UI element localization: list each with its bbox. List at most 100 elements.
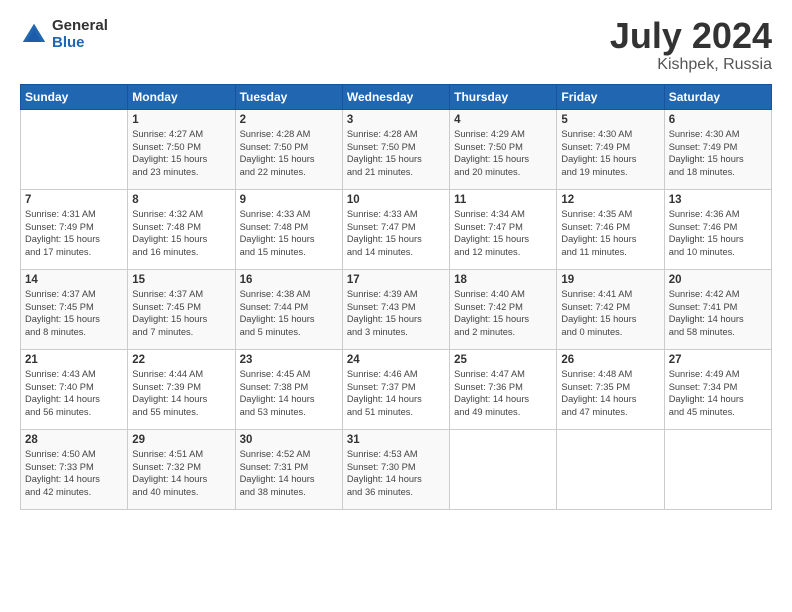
day-number: 31: [347, 434, 445, 446]
title-month: July 2024: [610, 18, 772, 54]
day-cell: 17 Sunrise: 4:39 AM Sunset: 7:43 PM Dayli…: [342, 270, 449, 350]
day-number: 19: [561, 274, 659, 286]
day-cell: 9 Sunrise: 4:33 AM Sunset: 7:48 PM Daylig…: [235, 190, 342, 270]
day-info: Sunrise: 4:35 AM Sunset: 7:46 PM Dayligh…: [561, 208, 659, 258]
day-info: Sunrise: 4:32 AM Sunset: 7:48 PM Dayligh…: [132, 208, 230, 258]
day-number: 25: [454, 354, 552, 366]
day-cell: 13Sunrise: 4:36 AM Sunset: 7:46 PM Dayli…: [664, 190, 771, 270]
day-number: 12: [561, 194, 659, 206]
day-cell: 15Sunrise: 4:37 AM Sunset: 7:45 PM Dayli…: [128, 270, 235, 350]
day-number: 15: [132, 274, 230, 286]
day-number: 11: [454, 194, 552, 206]
header-row: SundayMondayTuesdayWednesdayThursdayFrid…: [21, 85, 772, 110]
day-info: Sunrise: 4:39 AM Sunset: 7:43 PM Dayligh…: [347, 288, 445, 338]
day-info: Sunrise: 4:47 AM Sunset: 7:36 PM Dayligh…: [454, 368, 552, 418]
day-number: 17: [347, 274, 445, 286]
day-info: Sunrise: 4:30 AM Sunset: 7:49 PM Dayligh…: [669, 128, 767, 178]
day-number: 6: [669, 114, 767, 126]
header-cell-tuesday: Tuesday: [235, 85, 342, 110]
day-number: 21: [25, 354, 123, 366]
day-number: 30: [240, 434, 338, 446]
day-cell: 22 Sunrise: 4:44 AM Sunset: 7:39 PM Dayli…: [128, 350, 235, 430]
day-number: 4: [454, 114, 552, 126]
day-cell: 28Sunrise: 4:50 AM Sunset: 7:33 PM Dayli…: [21, 430, 128, 510]
day-cell: 10 Sunrise: 4:33 AM Sunset: 7:47 PM Dayli…: [342, 190, 449, 270]
day-info: Sunrise: 4:52 AM Sunset: 7:31 PM Dayligh…: [240, 448, 338, 498]
week-row-3: 14 Sunrise: 4:37 AM Sunset: 7:45 PM Dayli…: [21, 270, 772, 350]
day-info: Sunrise: 4:27 AM Sunset: 7:50 PM Dayligh…: [132, 128, 230, 178]
day-number: 13: [669, 194, 767, 206]
day-info: Sunrise: 4:53 AM Sunset: 7:30 PM Dayligh…: [347, 448, 445, 498]
day-cell: 18 Sunrise: 4:40 AM Sunset: 7:42 PM Dayli…: [450, 270, 557, 350]
day-cell: 25 Sunrise: 4:47 AM Sunset: 7:36 PM Dayli…: [450, 350, 557, 430]
day-number: 22: [132, 354, 230, 366]
day-number: 20: [669, 274, 767, 286]
day-number: 2: [240, 114, 338, 126]
day-info: Sunrise: 4:28 AM Sunset: 7:50 PM Dayligh…: [240, 128, 338, 178]
day-cell: 5 Sunrise: 4:30 AM Sunset: 7:49 PM Daylig…: [557, 110, 664, 190]
page: General Blue July 2024 Kishpek, Russia S…: [0, 0, 792, 612]
week-row-1: 1 Sunrise: 4:27 AM Sunset: 7:50 PM Daylig…: [21, 110, 772, 190]
day-cell: 30 Sunrise: 4:52 AM Sunset: 7:31 PM Dayli…: [235, 430, 342, 510]
day-cell: [664, 430, 771, 510]
week-row-2: 7Sunrise: 4:31 AM Sunset: 7:49 PM Daylig…: [21, 190, 772, 270]
day-info: Sunrise: 4:30 AM Sunset: 7:49 PM Dayligh…: [561, 128, 659, 178]
day-info: Sunrise: 4:44 AM Sunset: 7:39 PM Dayligh…: [132, 368, 230, 418]
day-cell: 2 Sunrise: 4:28 AM Sunset: 7:50 PM Daylig…: [235, 110, 342, 190]
day-number: 8: [132, 194, 230, 206]
logo-general: General: [52, 18, 108, 35]
week-row-4: 21 Sunrise: 4:43 AM Sunset: 7:40 PM Dayli…: [21, 350, 772, 430]
day-info: Sunrise: 4:38 AM Sunset: 7:44 PM Dayligh…: [240, 288, 338, 338]
logo: General Blue: [20, 18, 108, 51]
logo-icon: [20, 21, 48, 49]
day-number: 1: [132, 114, 230, 126]
day-cell: 20Sunrise: 4:42 AM Sunset: 7:41 PM Dayli…: [664, 270, 771, 350]
day-number: 29: [132, 434, 230, 446]
day-info: Sunrise: 4:31 AM Sunset: 7:49 PM Dayligh…: [25, 208, 123, 258]
logo-blue: Blue: [52, 35, 108, 52]
header-cell-friday: Friday: [557, 85, 664, 110]
day-number: 26: [561, 354, 659, 366]
day-info: Sunrise: 4:51 AM Sunset: 7:32 PM Dayligh…: [132, 448, 230, 498]
day-info: Sunrise: 4:34 AM Sunset: 7:47 PM Dayligh…: [454, 208, 552, 258]
day-info: Sunrise: 4:45 AM Sunset: 7:38 PM Dayligh…: [240, 368, 338, 418]
day-number: 14: [25, 274, 123, 286]
day-info: Sunrise: 4:33 AM Sunset: 7:48 PM Dayligh…: [240, 208, 338, 258]
day-number: 24: [347, 354, 445, 366]
day-number: 16: [240, 274, 338, 286]
day-cell: 16 Sunrise: 4:38 AM Sunset: 7:44 PM Dayli…: [235, 270, 342, 350]
title-location: Kishpek, Russia: [610, 56, 772, 74]
header-cell-saturday: Saturday: [664, 85, 771, 110]
day-number: 18: [454, 274, 552, 286]
week-row-5: 28Sunrise: 4:50 AM Sunset: 7:33 PM Dayli…: [21, 430, 772, 510]
day-cell: 21 Sunrise: 4:43 AM Sunset: 7:40 PM Dayli…: [21, 350, 128, 430]
day-info: Sunrise: 4:28 AM Sunset: 7:50 PM Dayligh…: [347, 128, 445, 178]
day-cell: 1 Sunrise: 4:27 AM Sunset: 7:50 PM Daylig…: [128, 110, 235, 190]
day-cell: 3Sunrise: 4:28 AM Sunset: 7:50 PM Daylig…: [342, 110, 449, 190]
day-cell: [21, 110, 128, 190]
day-number: 28: [25, 434, 123, 446]
day-info: Sunrise: 4:41 AM Sunset: 7:42 PM Dayligh…: [561, 288, 659, 338]
day-info: Sunrise: 4:33 AM Sunset: 7:47 PM Dayligh…: [347, 208, 445, 258]
day-cell: 7Sunrise: 4:31 AM Sunset: 7:49 PM Daylig…: [21, 190, 128, 270]
day-info: Sunrise: 4:43 AM Sunset: 7:40 PM Dayligh…: [25, 368, 123, 418]
day-cell: 11 Sunrise: 4:34 AM Sunset: 7:47 PM Dayli…: [450, 190, 557, 270]
day-info: Sunrise: 4:29 AM Sunset: 7:50 PM Dayligh…: [454, 128, 552, 178]
day-number: 9: [240, 194, 338, 206]
day-cell: 6 Sunrise: 4:30 AM Sunset: 7:49 PM Daylig…: [664, 110, 771, 190]
day-info: Sunrise: 4:40 AM Sunset: 7:42 PM Dayligh…: [454, 288, 552, 338]
day-cell: 29 Sunrise: 4:51 AM Sunset: 7:32 PM Dayli…: [128, 430, 235, 510]
day-number: 10: [347, 194, 445, 206]
day-number: 5: [561, 114, 659, 126]
calendar-header: SundayMondayTuesdayWednesdayThursdayFrid…: [21, 85, 772, 110]
day-cell: 8 Sunrise: 4:32 AM Sunset: 7:48 PM Daylig…: [128, 190, 235, 270]
day-cell: 31 Sunrise: 4:53 AM Sunset: 7:30 PM Dayli…: [342, 430, 449, 510]
day-info: Sunrise: 4:37 AM Sunset: 7:45 PM Dayligh…: [25, 288, 123, 338]
day-cell: [450, 430, 557, 510]
day-info: Sunrise: 4:46 AM Sunset: 7:37 PM Dayligh…: [347, 368, 445, 418]
day-cell: 4 Sunrise: 4:29 AM Sunset: 7:50 PM Daylig…: [450, 110, 557, 190]
day-cell: 24 Sunrise: 4:46 AM Sunset: 7:37 PM Dayli…: [342, 350, 449, 430]
day-cell: 27Sunrise: 4:49 AM Sunset: 7:34 PM Dayli…: [664, 350, 771, 430]
day-cell: [557, 430, 664, 510]
logo-text: General Blue: [52, 18, 108, 51]
